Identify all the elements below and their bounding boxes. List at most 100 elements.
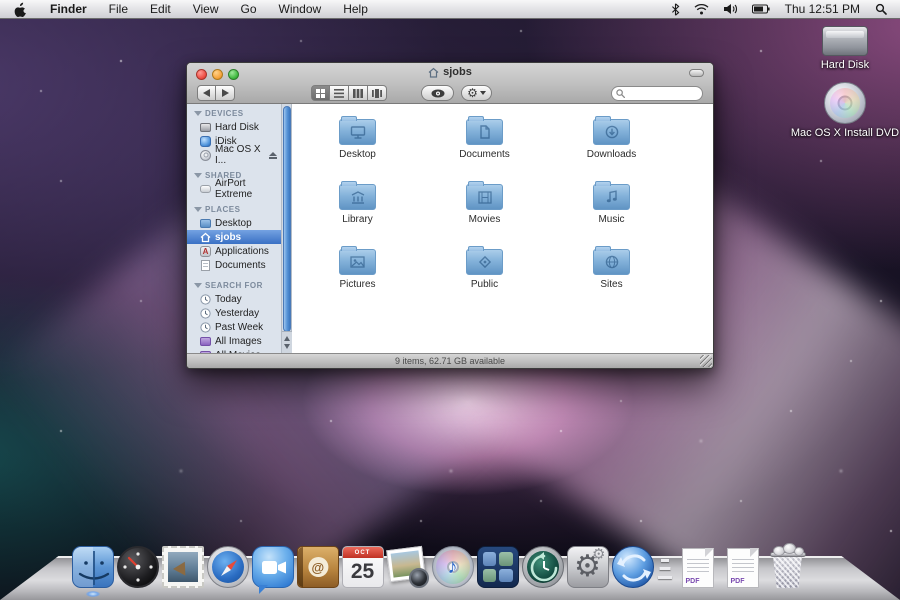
menu-window[interactable]: Window xyxy=(268,0,333,19)
back-button[interactable] xyxy=(197,85,216,101)
folder-desktop[interactable]: Desktop xyxy=(294,110,421,175)
coverflow-view-icon xyxy=(372,89,383,98)
forward-button[interactable] xyxy=(216,85,235,101)
folder-movies[interactable]: Movies xyxy=(421,175,548,240)
search-input[interactable] xyxy=(628,88,698,99)
ical-icon: OCT 25 xyxy=(342,546,384,588)
sidebar-item-mac-os-x-install[interactable]: Mac OS X I... xyxy=(187,148,281,162)
dock-item-ical[interactable]: OCT 25 xyxy=(340,538,385,588)
menu-view[interactable]: View xyxy=(182,0,230,19)
dock-item-dashboard[interactable] xyxy=(115,538,160,588)
scroll-up-arrow-icon[interactable] xyxy=(284,336,290,341)
eject-icon[interactable] xyxy=(269,152,277,159)
menu-bar-clock[interactable]: Thu 12:51 PM xyxy=(779,2,866,16)
menu-go[interactable]: Go xyxy=(230,0,268,19)
column-view-icon xyxy=(353,89,363,98)
list-view-icon xyxy=(334,89,344,98)
sidebar-item-all-images[interactable]: All Images xyxy=(187,334,281,348)
wifi-menu-extra[interactable] xyxy=(689,0,714,19)
menu-help[interactable]: Help xyxy=(332,0,379,19)
dock-item-iphoto[interactable] xyxy=(385,538,430,588)
dock-item-pdf-document-2[interactable]: PDF xyxy=(720,538,765,588)
airport-device-icon xyxy=(200,184,211,195)
spotlight-menu-extra[interactable] xyxy=(870,0,892,19)
search-field[interactable] xyxy=(611,86,703,101)
dock-item-pdf-document-1[interactable]: PDF xyxy=(675,538,720,588)
home-icon xyxy=(200,232,211,243)
safari-icon xyxy=(207,546,249,588)
ical-day: 25 xyxy=(343,558,383,586)
folder-downloads[interactable]: Downloads xyxy=(548,110,675,175)
desktop-icon-install-dvd[interactable]: Mac OS X Install DVD xyxy=(790,82,900,139)
forward-arrow-icon xyxy=(222,89,229,97)
desktop-icon-hard-disk[interactable]: Hard Disk xyxy=(790,26,900,71)
menu-edit[interactable]: Edit xyxy=(139,0,182,19)
bluetooth-menu-extra[interactable] xyxy=(666,0,685,19)
bluetooth-icon xyxy=(671,3,680,16)
dock-item-ichat[interactable] xyxy=(250,538,295,588)
sidebar-scrollbar[interactable] xyxy=(282,104,292,353)
sidebar-item-airport-extreme[interactable]: AirPort Extreme xyxy=(187,182,281,196)
sidebar-section-devices[interactable]: DEVICES xyxy=(187,106,281,120)
document-emblem-icon xyxy=(467,120,502,144)
column-view-button[interactable] xyxy=(349,85,368,101)
dock-item-mail[interactable] xyxy=(160,538,205,588)
dock-item-system-preferences[interactable]: ⚙ ⚙ xyxy=(565,538,610,588)
disclosure-triangle-icon xyxy=(194,173,202,178)
menu-finder[interactable]: Finder xyxy=(39,0,98,19)
chevron-down-icon xyxy=(480,91,486,95)
dock-item-software-update[interactable] xyxy=(610,538,655,588)
sidebar-item-sjobs[interactable]: sjobs xyxy=(187,230,281,244)
install-dvd-label: Mac OS X Install DVD xyxy=(790,127,900,139)
folder-documents[interactable]: Documents xyxy=(421,110,548,175)
sidebar-item-hard-disk[interactable]: Hard Disk xyxy=(187,120,281,134)
dock-item-safari[interactable] xyxy=(205,538,250,588)
folder-icon xyxy=(466,119,503,145)
folder-library[interactable]: Library xyxy=(294,175,421,240)
coverflow-view-button[interactable] xyxy=(368,85,387,101)
toolbar-toggle-pill-button[interactable] xyxy=(689,69,704,77)
dock-item-trash[interactable] xyxy=(765,538,810,588)
folder-pictures[interactable]: Pictures xyxy=(294,240,421,305)
folder-icon xyxy=(593,184,630,210)
folder-sites[interactable]: Sites xyxy=(548,240,675,305)
dock-item-spaces[interactable] xyxy=(475,538,520,588)
volume-menu-extra[interactable] xyxy=(718,0,743,19)
dock-item-address-book[interactable]: @ xyxy=(295,538,340,588)
sidebar-item-applications[interactable]: A Applications xyxy=(187,244,281,258)
folder-public[interactable]: Public xyxy=(421,240,548,305)
sidebar-item-today[interactable]: Today xyxy=(187,292,281,306)
dock-item-finder[interactable] xyxy=(70,538,115,588)
download-arrow-emblem-icon xyxy=(594,120,629,144)
scrollbar-arrows[interactable] xyxy=(282,331,292,353)
pdf-document-icon: PDF xyxy=(682,548,714,588)
sidebar-item-yesterday[interactable]: Yesterday xyxy=(187,306,281,320)
wifi-icon xyxy=(694,3,709,15)
icon-view-button[interactable] xyxy=(311,85,330,101)
battery-menu-extra[interactable] xyxy=(747,0,775,19)
action-menu-button[interactable]: ⚙ xyxy=(461,85,492,101)
menu-file[interactable]: File xyxy=(98,0,139,19)
sidebar-section-places[interactable]: PLACES xyxy=(187,202,281,216)
dock-item-itunes[interactable]: ♪ xyxy=(430,538,475,588)
scroll-down-arrow-icon[interactable] xyxy=(284,344,290,349)
resize-grip[interactable] xyxy=(700,355,712,367)
desktop-emblem-icon xyxy=(340,120,375,144)
sidebar-item-past-week[interactable]: Past Week xyxy=(187,320,281,334)
apple-menu[interactable] xyxy=(0,2,39,17)
list-view-button[interactable] xyxy=(330,85,349,101)
dock: @ OCT 25 ♪ xyxy=(0,530,900,600)
folder-music[interactable]: Music xyxy=(548,175,675,240)
scrollbar-thumb[interactable] xyxy=(283,106,291,332)
dock-item-time-machine[interactable] xyxy=(520,538,565,588)
dock-divider xyxy=(655,538,675,588)
sidebar-item-documents[interactable]: Documents xyxy=(187,258,281,272)
window-chrome[interactable]: sjobs xyxy=(187,63,713,104)
running-indicator xyxy=(86,591,100,597)
sidebar: DEVICES Hard Disk iDisk Mac OS X I... xyxy=(187,104,282,353)
sidebar-section-search-for[interactable]: SEARCH FOR xyxy=(187,278,281,292)
address-book-icon: @ xyxy=(297,546,339,588)
mail-icon xyxy=(162,546,204,588)
sidebar-item-desktop[interactable]: Desktop xyxy=(187,216,281,230)
quick-look-button[interactable] xyxy=(421,85,454,101)
